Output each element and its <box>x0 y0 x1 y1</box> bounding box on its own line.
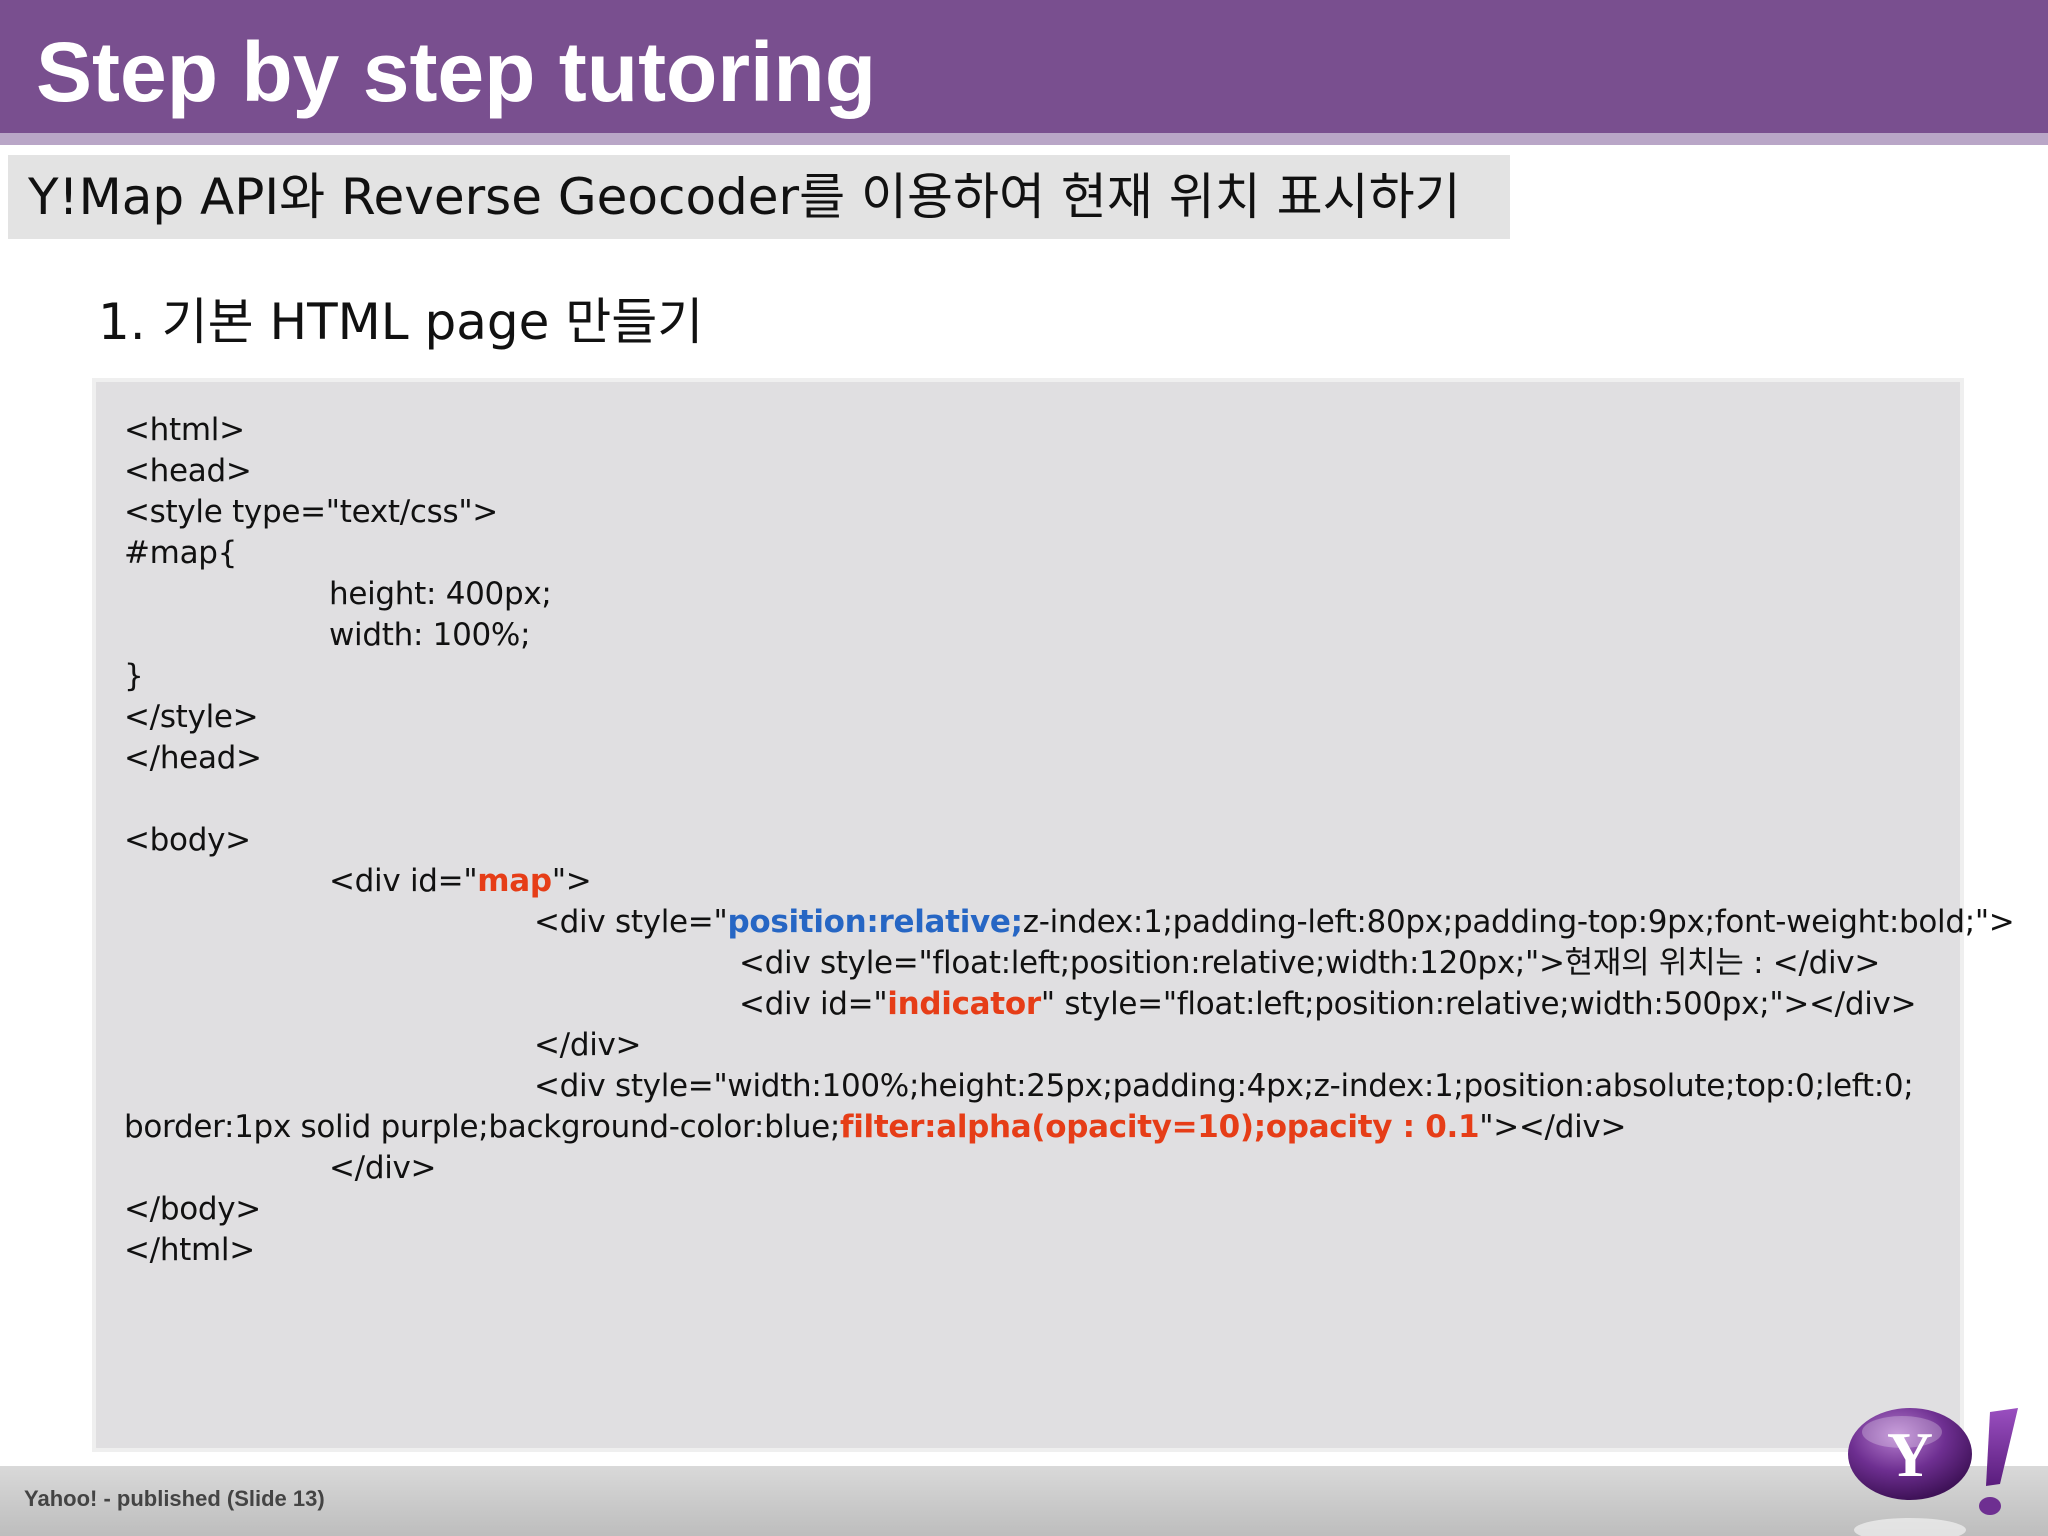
code-line-13: <div style="float:left;position:relative… <box>739 945 1881 981</box>
slide-subtitle: Y!Map API와 Reverse Geocoder를 이용하여 현재 위치 … <box>28 168 1461 226</box>
subtitle-box: Y!Map API와 Reverse Geocoder를 이용하여 현재 위치 … <box>8 155 1510 239</box>
code-line-5: height: 400px; <box>329 576 552 612</box>
code-line-9: </head> <box>124 740 262 776</box>
code-line-16: <div style="width:100%;height:25px;paddi… <box>534 1068 1914 1104</box>
code-line-18: </div> <box>329 1150 437 1186</box>
code-highlight-position: position:relative; <box>727 904 1023 940</box>
title-underline <box>0 133 2048 145</box>
code-line-12: <div style="position:relative;z-index:1;… <box>534 902 2015 943</box>
code-line-2: <head> <box>124 453 252 489</box>
code-highlight-map: map <box>477 863 552 899</box>
code-text: " style="float:left;position:relative;wi… <box>1040 986 1917 1022</box>
code-text: <div id=" <box>739 986 888 1022</box>
code-line-11: <div id="map"> <box>329 861 592 902</box>
code-line-7: } <box>124 658 144 694</box>
section-heading: 1. 기본 HTML page 만들기 <box>98 293 704 351</box>
code-text: border:1px solid purple;background-color… <box>124 1109 841 1145</box>
code-line-14: <div id="indicator" style="float:left;po… <box>739 984 1917 1025</box>
code-text: "> <box>551 863 592 899</box>
footer-text: Yahoo! - published (Slide 13) <box>24 1486 325 1511</box>
code-line-4: #map{ <box>124 535 238 571</box>
slide: Step by step tutoring Y!Map API와 Reverse… <box>0 0 2048 1536</box>
code-line-3: <style type="text/css"> <box>124 494 498 530</box>
svg-text:Y: Y <box>1887 1419 1933 1490</box>
code-line-15: </div> <box>534 1027 642 1063</box>
code-line-10: <body> <box>124 822 251 858</box>
code-line-19: </body> <box>124 1191 261 1227</box>
yahoo-logo-icon: Y <box>1848 1408 2018 1536</box>
code-line-6: width: 100%; <box>329 617 531 653</box>
code-text: <div id=" <box>329 863 478 899</box>
code-box: <html> <head> <style type="text/css"> #m… <box>96 382 2015 1448</box>
code-line-17: border:1px solid purple;background-color… <box>124 1107 1626 1148</box>
code-highlight-indicator: indicator <box>887 986 1041 1022</box>
code-highlight-opacity: filter:alpha(opacity=10);opacity : 0.1 <box>840 1109 1480 1145</box>
code-text: <div style=" <box>534 904 728 940</box>
code-line-20: </html> <box>124 1232 255 1268</box>
code-text: z-index:1;padding-left:80px;padding-top:… <box>1022 904 2015 940</box>
slide-title: Step by step tutoring <box>36 25 876 119</box>
code-text: "></div> <box>1479 1109 1627 1145</box>
code-line-1: <html> <box>124 412 245 448</box>
code-line-8: </style> <box>124 699 259 735</box>
